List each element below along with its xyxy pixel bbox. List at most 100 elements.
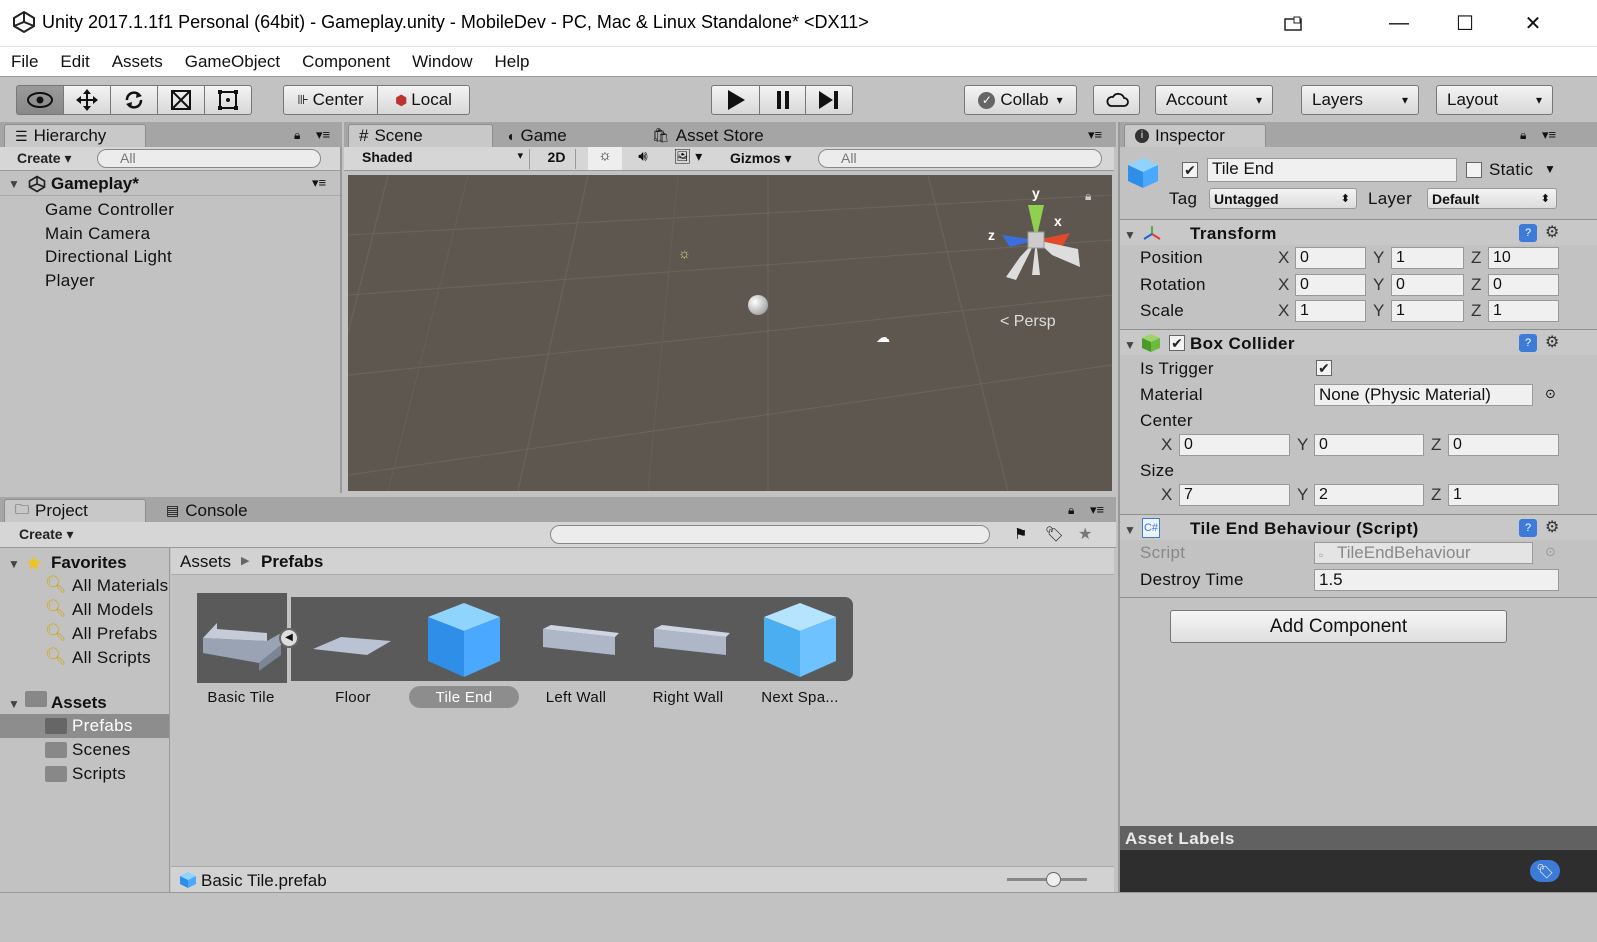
player-sphere[interactable] (748, 295, 768, 315)
tab-scene[interactable]: # Scene (348, 124, 493, 147)
panel-menu-icon[interactable]: ▾≡ (1090, 502, 1104, 518)
center-x-field[interactable]: 0 (1179, 434, 1290, 456)
layout-dropdown[interactable]: Layout (1436, 85, 1553, 115)
pivot-center-button[interactable]: ⊪ Center (283, 85, 378, 115)
hierarchy-item[interactable]: Player (45, 271, 95, 291)
rotation-x-field[interactable]: 0 (1295, 274, 1366, 296)
close-button[interactable]: ✕ (1498, 0, 1568, 47)
assets-expand-icon[interactable]: ▼ (8, 697, 20, 711)
audio-toggle-icon[interactable]: 🔊︎ (626, 148, 660, 170)
is-trigger-checkbox[interactable]: ✔ (1316, 360, 1332, 376)
menu-assets[interactable]: Assets (101, 52, 174, 72)
add-component-button[interactable]: Add Component (1170, 610, 1507, 643)
right-wall-mesh[interactable] (648, 607, 738, 677)
minimize-button[interactable]: — (1364, 0, 1434, 47)
material-field[interactable]: None (Physic Material) (1314, 384, 1533, 406)
hierarchy-create-dropdown[interactable]: Create ▾ (17, 150, 72, 167)
zoom-slider-handle[interactable] (1046, 872, 1061, 887)
panel-menu-icon[interactable]: ▾≡ (1088, 127, 1102, 143)
asset-label[interactable]: Basic Tile (186, 689, 296, 706)
favorite-item[interactable]: All Models (72, 600, 153, 620)
asset-label[interactable]: Left Wall (521, 689, 631, 706)
scene-search-input[interactable]: All (818, 149, 1102, 168)
menu-edit[interactable]: Edit (49, 52, 100, 72)
panel-menu-icon[interactable]: ▾≡ (316, 127, 330, 143)
persp-label[interactable]: < Persp (1000, 313, 1056, 331)
object-picker-icon[interactable]: ⊙ (1545, 386, 1556, 402)
tab-hierarchy[interactable]: ☰ Hierarchy (4, 124, 146, 147)
static-dropdown-icon[interactable]: ▼ (1544, 162, 1556, 176)
favorite-item[interactable]: All Scripts (72, 648, 151, 668)
light-gizmo-icon[interactable]: ☼ (678, 245, 691, 261)
asset-label[interactable]: Tile End (409, 689, 519, 706)
menu-file[interactable]: File (0, 52, 49, 72)
hierarchy-search-input[interactable]: All (97, 149, 321, 168)
menu-window[interactable]: Window (401, 52, 483, 72)
object-name-field[interactable]: Tile End (1207, 158, 1457, 182)
size-z-field[interactable]: 1 (1448, 484, 1559, 506)
menu-gameobject[interactable]: GameObject (174, 52, 291, 72)
maximize-button[interactable]: ☐ (1430, 0, 1500, 47)
2d-toggle-button[interactable]: 2D (538, 149, 576, 169)
project-create-dropdown[interactable]: Create ▾ (19, 526, 74, 543)
gear-icon[interactable]: ⚙ (1545, 332, 1559, 352)
search-by-label-icon[interactable]: 🏷︎ (1045, 525, 1064, 543)
script-expand-icon[interactable]: ▼ (1124, 523, 1136, 537)
favorite-item[interactable]: All Materials (72, 576, 170, 596)
favorite-star-icon[interactable]: ★ (1078, 524, 1092, 544)
taskview-icon[interactable] (1258, 0, 1328, 47)
rotation-y-field[interactable]: 0 (1391, 274, 1464, 296)
tab-inspector[interactable]: i Inspector (1124, 124, 1266, 147)
tab-game[interactable]: ◖ Game (496, 124, 577, 147)
tab-project[interactable]: 🗀 Project (4, 499, 146, 522)
scene-root-row[interactable]: ▼ Gameplay* ▾≡ (0, 172, 340, 196)
breadcrumb-root[interactable]: Assets (180, 552, 231, 572)
asset-label[interactable]: Floor (298, 689, 408, 706)
folder-item[interactable]: Scenes (72, 740, 131, 760)
folder-item[interactable]: Prefabs (72, 716, 133, 736)
effects-dropdown-icon[interactable]: 🖼︎ ▾ (668, 148, 708, 170)
lock-icon[interactable]: 🔒︎ (294, 128, 300, 143)
gear-icon[interactable]: ⚙ (1545, 517, 1559, 537)
left-wall-mesh[interactable] (537, 607, 627, 677)
tile-end-cube[interactable] (422, 597, 506, 681)
pause-button[interactable] (759, 85, 806, 115)
asset-label[interactable]: Right Wall (633, 689, 743, 706)
transform-expand-icon[interactable]: ▼ (1124, 228, 1136, 242)
scene-expand-icon[interactable]: ▼ (8, 177, 20, 191)
move-tool-button[interactable] (63, 85, 111, 115)
layer-dropdown[interactable]: Default ⬍ (1427, 188, 1557, 209)
rotate-tool-button[interactable] (110, 85, 158, 115)
help-book-icon[interactable]: ? (1519, 224, 1537, 242)
scene-lock-icon[interactable]: 🔒︎ (1085, 189, 1091, 204)
help-book-icon[interactable]: ? (1519, 334, 1537, 352)
layers-dropdown[interactable]: Layers (1301, 85, 1419, 115)
scene-menu-icon[interactable]: ▾≡ (312, 175, 326, 191)
size-y-field[interactable]: 2 (1314, 484, 1424, 506)
lock-icon[interactable]: 🔒︎ (1520, 128, 1526, 143)
next-spawn-cube[interactable] (758, 597, 842, 681)
menu-component[interactable]: Component (291, 52, 401, 72)
pivot-local-button[interactable]: ⬢ Local (377, 85, 470, 115)
collapse-arrow-icon[interactable]: ◀ (279, 628, 299, 648)
scale-z-field[interactable]: 1 (1488, 300, 1559, 322)
cloud-button[interactable] (1093, 85, 1140, 115)
asset-label[interactable]: Next Spa... (745, 689, 855, 706)
camera-gizmo-icon[interactable]: ☁ (876, 329, 890, 346)
hand-tool-button[interactable] (16, 85, 64, 115)
step-button[interactable] (805, 85, 853, 115)
favorite-item[interactable]: All Prefabs (72, 624, 158, 644)
box-collider-expand-icon[interactable]: ▼ (1124, 338, 1136, 352)
shading-mode-dropdown[interactable]: Shaded ▾ (350, 149, 530, 169)
scene-viewport[interactable]: ☼ ☁ y x z 🔒︎ < Persp (348, 175, 1112, 491)
hierarchy-item[interactable]: Directional Light (45, 247, 172, 267)
box-collider-enabled-checkbox[interactable]: ✔ (1169, 335, 1185, 351)
destroy-time-field[interactable]: 1.5 (1314, 569, 1559, 591)
scale-tool-button[interactable] (157, 85, 205, 115)
gear-icon[interactable]: ⚙ (1545, 222, 1559, 242)
menu-help[interactable]: Help (484, 52, 541, 72)
asset-thumb-basic-tile[interactable] (197, 593, 287, 683)
label-tag-icon[interactable]: 🏷︎ (1530, 860, 1560, 882)
play-button[interactable] (711, 85, 760, 115)
hierarchy-item[interactable]: Main Camera (45, 224, 150, 244)
